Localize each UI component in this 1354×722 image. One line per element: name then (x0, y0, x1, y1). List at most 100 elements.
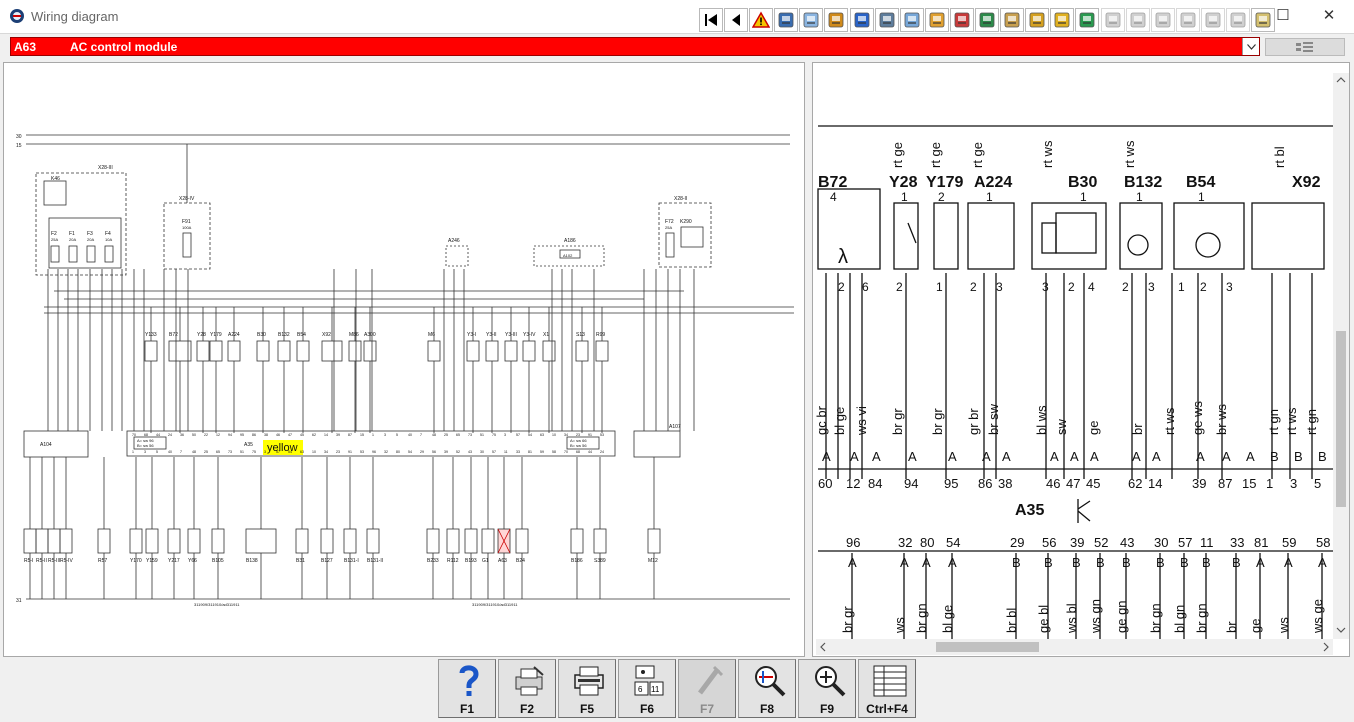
gray-button-1[interactable] (1100, 8, 1125, 32)
install-button[interactable] (975, 8, 1000, 32)
gauge-button[interactable] (874, 8, 899, 32)
close-button[interactable]: ✕ (1314, 6, 1344, 26)
pin-number: 65 (216, 450, 220, 454)
fuse-button[interactable] (949, 8, 974, 32)
module-code: A63 (14, 40, 37, 54)
connector-button[interactable] (849, 8, 874, 32)
pin-number: 73 (228, 450, 232, 454)
pin-number: 50 (192, 433, 196, 437)
wiring-diagram-detail[interactable]: rt ge rt ge rt ge rt ws rt ws rt blB724Y281Y1… (816, 73, 1337, 650)
fkey-f5-button[interactable]: F5 (558, 659, 616, 718)
component-s13 (575, 340, 589, 362)
detail-diagram-panel[interactable]: rt ge rt ge rt ge rt ws rt ws rt bl B72 4 Y28 1 Y1… (812, 62, 1350, 657)
print-button[interactable] (1075, 8, 1100, 32)
gray-button-3[interactable] (1150, 8, 1175, 32)
gray-icon-6 (1230, 12, 1246, 28)
harness-button[interactable] (899, 8, 924, 32)
component-label: A186 (564, 238, 576, 244)
location-button[interactable] (1000, 8, 1025, 32)
first-page-button[interactable] (699, 8, 723, 32)
fkey-f9-button[interactable]: F9 (798, 659, 856, 718)
pin-number: 96 (846, 535, 860, 550)
pin-number: 32 (384, 450, 388, 454)
pin-number: 48 (432, 433, 436, 437)
wire-color-label: ws bl (1064, 603, 1079, 634)
vertical-scrollbar[interactable] (1333, 73, 1349, 639)
component-y179 (933, 202, 959, 270)
pin-letter: B (1072, 555, 1081, 570)
pin-number: 94 (228, 433, 232, 437)
warning-button[interactable] (749, 8, 774, 32)
component-y159 (145, 528, 159, 554)
gray-button-5[interactable] (1200, 8, 1225, 32)
overview-diagram-panel[interactable]: 30 15 31 X28-III K46 F2 25A F1 20A F3 20A F4 10A X28-… (3, 62, 805, 657)
pin-number: 91 (588, 433, 592, 437)
component-b132 (277, 340, 291, 362)
diagram-lines (23, 134, 794, 600)
pin-number: 3 (264, 450, 266, 454)
pin-number: 62 (1128, 476, 1142, 491)
horizontal-scrollbar[interactable] (816, 639, 1333, 655)
relay-button[interactable] (924, 8, 949, 32)
component-label: M6 (428, 332, 435, 338)
wire-color-label: sw (1054, 419, 1069, 436)
component-label: R5-II (36, 558, 47, 564)
disabled-tool-icon (698, 665, 724, 695)
pin-number: 57 (1178, 535, 1192, 550)
pin-number: 80 (920, 535, 934, 550)
wire-color-label: br gn (1194, 603, 1209, 633)
component-b54 (1173, 202, 1245, 270)
previous-page-button[interactable] (724, 8, 749, 32)
pin-number: 1 (372, 433, 374, 437)
chevron-down-icon[interactable] (1242, 38, 1259, 55)
pin-number: 38 (264, 433, 268, 437)
component-button[interactable] (774, 8, 799, 32)
fuse-f91-box (163, 202, 211, 270)
pin-number: 15 (360, 433, 364, 437)
signal-button[interactable] (799, 8, 824, 32)
pin-number: 81 (1254, 535, 1268, 550)
pin-letter: B (1270, 449, 1279, 464)
pin-number: 70 (564, 450, 568, 454)
module-selector[interactable]: A63 AC control module (10, 37, 1260, 56)
pin-number: 75 (252, 450, 256, 454)
fkey-f8-button[interactable]: F8 (738, 659, 796, 718)
pin-number: 3 (1148, 280, 1155, 294)
module-list-button[interactable] (1265, 38, 1345, 56)
pin-letter: A (922, 555, 931, 570)
component-icon (778, 12, 794, 28)
function-key-bar (0, 657, 1354, 722)
ground-button[interactable] (824, 8, 849, 32)
fuse-box (35, 172, 127, 276)
pin-number: 2 (938, 190, 945, 204)
gray-button-6[interactable] (1225, 8, 1250, 32)
pin-number: 87 (1218, 476, 1232, 491)
gray-button-4[interactable] (1175, 8, 1200, 32)
fkey-ctrl-f4-button[interactable]: Ctrl+F4 (858, 659, 916, 718)
component-label: B193 (465, 558, 477, 564)
fuse-box-label: X28-III (98, 165, 113, 171)
maximize-button[interactable]: ☐ (1268, 6, 1298, 26)
pin-letter: A (908, 449, 917, 464)
fkey-f2-button[interactable]: F2 (498, 659, 556, 718)
pin-number: 4 (830, 190, 837, 204)
fkey-f1-button[interactable]: F1 (438, 659, 496, 718)
tools-button[interactable] (1050, 8, 1075, 32)
pin-number: 60 (818, 476, 832, 491)
pin-number: 96 (372, 450, 376, 454)
person-button[interactable] (1025, 8, 1050, 32)
wiring-diagram-overview[interactable]: 301531X28-IIIK46F225AF120AF320AF410AX28-… (4, 63, 804, 656)
gray-button-2[interactable] (1125, 8, 1150, 32)
zoom-icon (815, 666, 846, 697)
pin-number: 73 (468, 433, 472, 437)
component-label: X92 (1292, 174, 1321, 191)
component-label: B31 (296, 558, 305, 564)
pin-letter: B (1294, 449, 1303, 464)
page-numbers-icon: 6 11 (634, 665, 664, 696)
fkey-f6-button[interactable]: 6 11 F6 (618, 659, 676, 718)
pin-number: 1 (132, 450, 134, 454)
pin-number: 2 (1200, 280, 1207, 294)
component-g1 (481, 528, 495, 554)
component-label: X92 (322, 332, 331, 338)
print-icon (574, 666, 604, 696)
